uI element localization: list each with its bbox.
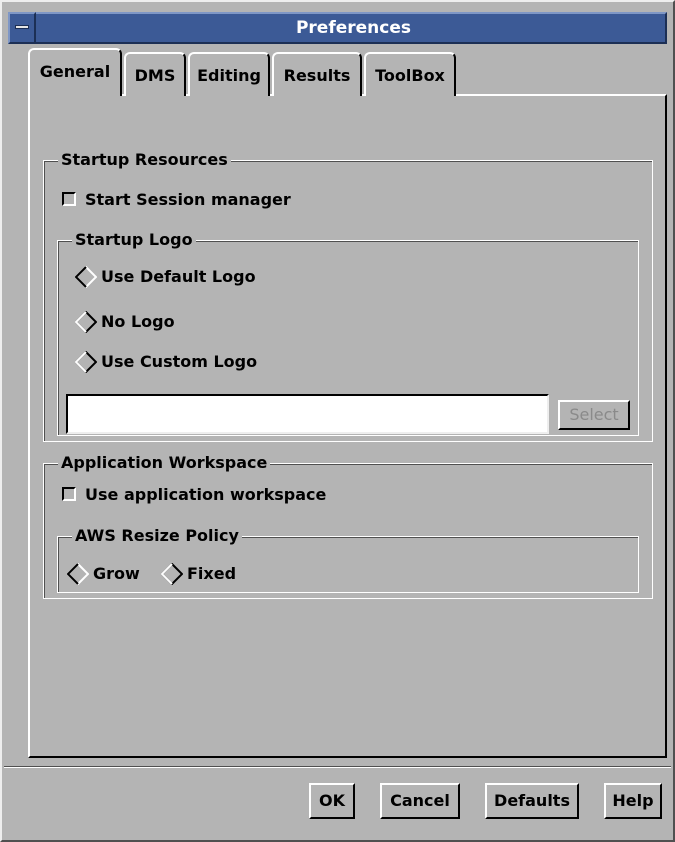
cancel-button[interactable]: Cancel	[380, 783, 460, 819]
select-logo-button[interactable]: Select	[558, 400, 630, 430]
tab-general[interactable]: General	[28, 48, 122, 96]
start-session-manager-label[interactable]: Start Session manager	[85, 190, 291, 210]
defaults-button-label: Defaults	[494, 791, 570, 810]
use-default-logo-radio[interactable]	[75, 266, 97, 288]
startup-logo-legend: Startup Logo	[72, 231, 196, 249]
startup-resources-legend: Startup Resources	[58, 151, 231, 169]
window-menu-icon[interactable]	[8, 12, 36, 44]
aws-resize-policy-legend: AWS Resize Policy	[72, 527, 242, 545]
no-logo-radio[interactable]	[75, 311, 97, 333]
tab-dms-label: DMS	[134, 66, 176, 85]
window-menu-bar	[15, 25, 29, 29]
help-button-label: Help	[612, 791, 654, 810]
application-workspace-legend: Application Workspace	[58, 454, 271, 472]
no-logo-label[interactable]: No Logo	[101, 312, 175, 332]
select-logo-button-label: Select	[569, 405, 619, 424]
tab-editing-label: Editing	[197, 66, 261, 85]
use-application-workspace-checkbox[interactable]	[62, 487, 76, 501]
use-application-workspace-label[interactable]: Use application workspace	[85, 485, 326, 505]
tab-toolbox-label: ToolBox	[375, 66, 445, 85]
use-custom-logo-label[interactable]: Use Custom Logo	[101, 352, 257, 372]
cancel-button-label: Cancel	[390, 791, 450, 810]
window-title: Preferences	[295, 18, 412, 38]
tab-general-label: General	[39, 62, 111, 81]
grow-radio[interactable]	[67, 563, 89, 585]
custom-logo-path-input[interactable]	[66, 394, 549, 434]
fixed-radio[interactable]	[161, 563, 183, 585]
use-default-logo-label[interactable]: Use Default Logo	[101, 267, 256, 287]
fixed-label[interactable]: Fixed	[187, 564, 236, 584]
ok-button-label: OK	[319, 791, 345, 810]
tab-results-label: Results	[283, 66, 351, 85]
help-button[interactable]: Help	[604, 783, 662, 819]
button-row-separator	[4, 766, 671, 768]
tab-results[interactable]: Results	[272, 52, 362, 96]
ok-button[interactable]: OK	[309, 783, 355, 819]
tab-toolbox[interactable]: ToolBox	[364, 52, 456, 96]
use-custom-logo-radio[interactable]	[75, 351, 97, 373]
tab-editing[interactable]: Editing	[188, 52, 270, 96]
tab-dms[interactable]: DMS	[124, 52, 186, 96]
defaults-button[interactable]: Defaults	[485, 783, 579, 819]
start-session-manager-checkbox[interactable]	[62, 192, 76, 206]
grow-label[interactable]: Grow	[93, 564, 140, 584]
